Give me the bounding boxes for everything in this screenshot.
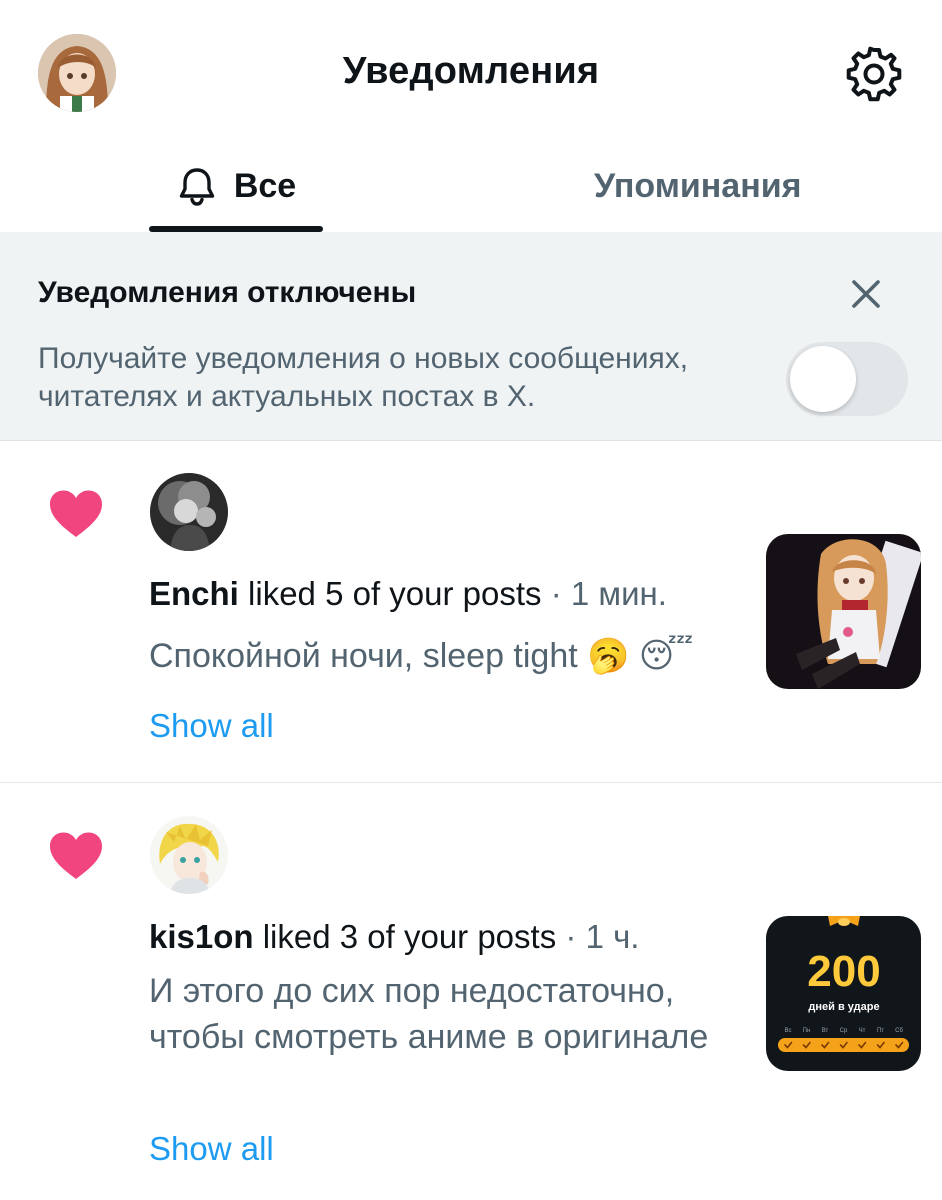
push-notifications-toggle[interactable] (786, 342, 908, 416)
streak-weekday-label: Пт (877, 1028, 884, 1034)
streak-caption: дней в ударе (808, 1001, 879, 1013)
tab-all[interactable]: Все (149, 140, 323, 232)
banner-description: Получайте уведомления о новых сообщениях… (38, 342, 689, 413)
notification-item[interactable]: Enchi liked 5 of your posts · 1 мин. Спо… (0, 441, 942, 783)
post-thumbnail[interactable] (766, 534, 921, 689)
bell-icon (179, 168, 215, 206)
separator: · (550, 575, 562, 612)
post-thumbnail-image (766, 534, 921, 689)
timestamp: 1 ч. (585, 918, 640, 955)
page-title: Уведомления (342, 50, 600, 92)
heart-icon (50, 490, 102, 537)
timestamp: 1 мин. (570, 575, 667, 612)
banner-title: Уведомления отключены (38, 276, 417, 309)
notification-headline: kis1on liked 3 of your posts · 1 ч. (149, 918, 639, 956)
tab-all-label: Все (233, 166, 297, 205)
streak-card-image: 200 дней в ударе Вс Пн Вт Ср Чт Пт Сб (766, 916, 921, 1071)
notifications-disabled-banner: Уведомления отключены Получайте уведомле… (0, 232, 942, 441)
show-all-link[interactable]: Show all (149, 707, 274, 745)
streak-weekday-label: Сб (895, 1028, 903, 1034)
gear-icon[interactable] (846, 46, 902, 102)
username[interactable]: Enchi (149, 575, 239, 612)
enchi-avatar-image (150, 473, 228, 551)
avatar[interactable] (150, 473, 228, 551)
notification-headline: Enchi liked 5 of your posts · 1 мин. (149, 575, 667, 613)
separator: · (565, 918, 577, 955)
tab-bar: Все Упоминания (0, 140, 942, 232)
show-all-link[interactable]: Show all (149, 1130, 274, 1168)
post-thumbnail[interactable]: 200 дней в ударе Вс Пн Вт Ср Чт Пт Сб (766, 916, 921, 1071)
username[interactable]: kis1on (149, 918, 254, 955)
avatar[interactable] (150, 816, 228, 894)
streak-weekday-label: Чт (859, 1028, 866, 1034)
streak-weekday-label: Вс (784, 1028, 791, 1034)
streak-number: 200 (807, 947, 880, 996)
toggle-knob (790, 346, 856, 412)
close-icon[interactable] (846, 274, 886, 314)
post-preview-text: Спокойной ночи, sleep tight 🥱 😴 (149, 637, 694, 675)
streak-weekday-label: Вт (822, 1028, 829, 1034)
top-bar: Уведомления (0, 0, 942, 140)
tab-mentions[interactable]: Упоминания (594, 140, 802, 232)
heart-icon (50, 832, 102, 879)
tab-mentions-label: Упоминания (594, 166, 802, 205)
kis1on-avatar-image (150, 816, 228, 894)
post-preview-text: И этого до сих пор недостаточно, чтобы с… (149, 972, 709, 1056)
notification-item[interactable]: kis1on liked 3 of your posts · 1 ч. И эт… (0, 784, 942, 1200)
action-text: liked 5 of your posts (248, 575, 542, 612)
action-text: liked 3 of your posts (262, 918, 557, 955)
streak-weekday-label: Пн (803, 1028, 811, 1034)
streak-weekday-label: Ср (840, 1028, 848, 1034)
